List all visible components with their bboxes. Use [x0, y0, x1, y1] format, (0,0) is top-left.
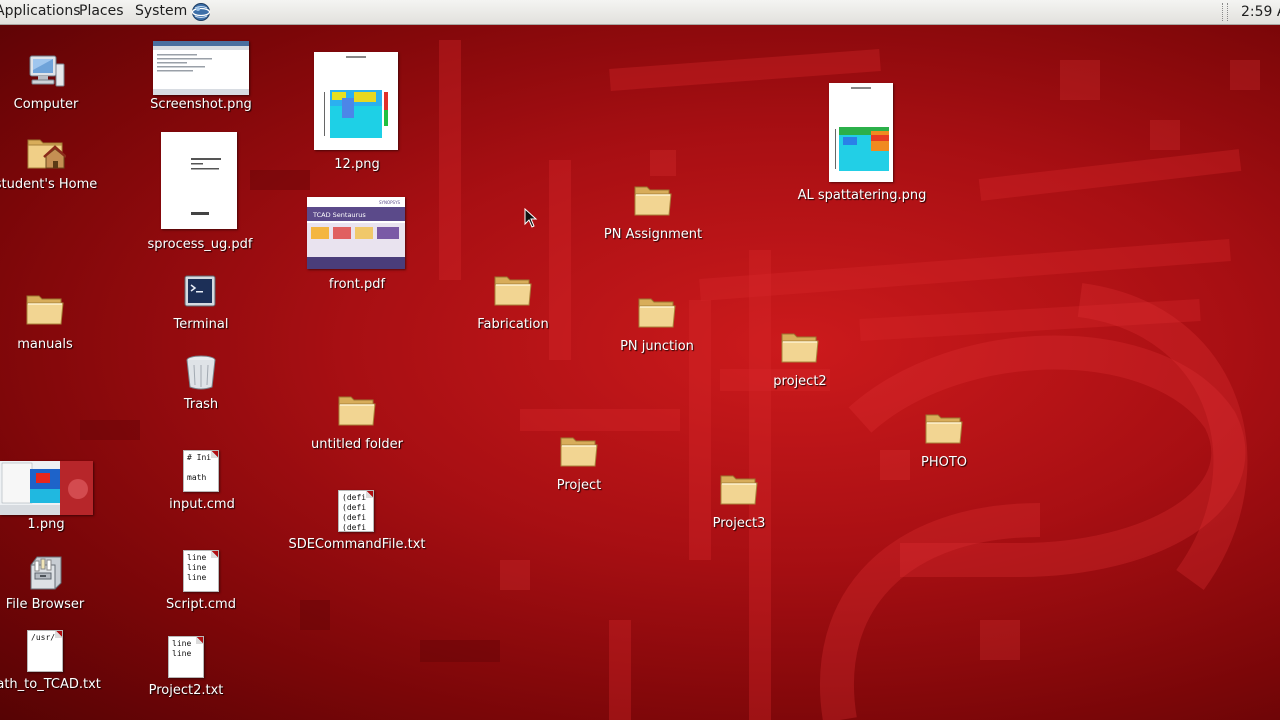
places-menu[interactable]: Places [79, 0, 124, 24]
folder-icon [638, 298, 676, 328]
project2-txt-label: Project2.txt [148, 683, 224, 698]
12-png-label: 12.png [334, 157, 380, 172]
fabrication-folder-desktop-icon[interactable] [493, 273, 533, 309]
manuals-label: manuals [17, 337, 73, 352]
screenshot-png-label: Screenshot.png [150, 97, 252, 112]
image-thumbnail [0, 461, 93, 515]
clock[interactable]: 2:59 A [1241, 0, 1280, 24]
screenshot-png-desktop-icon[interactable] [153, 41, 249, 95]
pdf-thumbnail: TCAD Sentaurus SYNOPSYS [307, 197, 405, 269]
pn-junction-label: PN junction [620, 339, 694, 354]
sprocess-ug-pdf-label: sprocess_ug.pdf [147, 237, 253, 252]
pn-assignment-folder-desktop-icon[interactable] [633, 183, 673, 219]
pn-assignment-label: PN Assignment [603, 227, 703, 242]
untitled-folder-label: untitled folder [310, 437, 404, 452]
input-cmd-desktop-icon[interactable]: # Ini math [183, 450, 219, 492]
manuals-folder-desktop-icon[interactable] [25, 292, 65, 328]
panel-drag-handle[interactable] [1222, 3, 1228, 21]
sde-command-file-desktop-icon[interactable]: (defi (defi (defi (defi [338, 490, 374, 532]
1-png-label: 1.png [27, 517, 65, 532]
web-browser-launcher-icon[interactable] [191, 2, 211, 22]
project-label: Project [556, 478, 602, 493]
computer-desktop-icon[interactable] [26, 52, 66, 92]
folder-icon [781, 333, 819, 363]
trash-desktop-icon[interactable] [184, 353, 218, 391]
project3-label: Project3 [712, 516, 766, 531]
file-browser-desktop-icon[interactable] [27, 553, 65, 591]
folder-icon [720, 475, 758, 505]
image-thumbnail [314, 52, 398, 150]
front-pdf-desktop-icon[interactable]: TCAD Sentaurus SYNOPSYS [307, 197, 405, 269]
1-png-desktop-icon[interactable] [0, 461, 93, 515]
project2-txt-desktop-icon[interactable]: line line [168, 636, 204, 678]
path-to-tcad-label: Path_to_TCAD.txt [0, 677, 101, 692]
folder-icon [560, 437, 598, 467]
image-thumbnail [829, 83, 893, 182]
photo-folder-desktop-icon[interactable] [924, 411, 964, 447]
computer-icon [29, 55, 65, 87]
script-cmd-label: Script.cmd [166, 597, 236, 612]
project-folder-desktop-icon[interactable] [559, 434, 599, 470]
home-folder-label: student's Home [0, 177, 98, 192]
filing-cabinet-icon [30, 556, 62, 590]
project2-label: project2 [773, 374, 827, 389]
terminal-icon [184, 275, 216, 307]
file-browser-label: File Browser [5, 597, 85, 612]
12-png-desktop-icon[interactable] [314, 52, 398, 150]
untitled-folder-desktop-icon[interactable] [337, 393, 377, 429]
pdf-thumbnail [161, 132, 237, 229]
folder-icon [925, 414, 963, 444]
home-folder-icon [27, 139, 66, 169]
terminal-label: Terminal [173, 317, 229, 332]
system-menu[interactable]: System [135, 0, 187, 24]
folder-icon [338, 396, 376, 426]
trash-icon [186, 355, 216, 390]
al-spattatering-label: AL spattatering.png [797, 188, 927, 203]
applications-menu[interactable]: Applications [0, 0, 81, 24]
sde-command-file-label: SDECommandFile.txt [288, 537, 426, 552]
al-spattatering-png-desktop-icon[interactable] [829, 83, 893, 182]
home-folder-desktop-icon[interactable] [26, 134, 66, 172]
computer-label: Computer [13, 97, 79, 112]
photo-label: PHOTO [920, 455, 968, 470]
pn-junction-folder-desktop-icon[interactable] [637, 295, 677, 331]
front-pdf-brand: SYNOPSYS [379, 200, 401, 205]
terminal-desktop-icon[interactable] [183, 274, 219, 310]
top-panel: Applications Places System 2:59 A [0, 0, 1280, 25]
project3-folder-desktop-icon[interactable] [719, 472, 759, 508]
path-to-tcad-txt-desktop-icon[interactable]: /usr/ [27, 630, 63, 672]
front-pdf-label: front.pdf [328, 277, 386, 292]
front-pdf-title: TCAD Sentaurus [312, 211, 366, 219]
folder-icon [634, 186, 672, 216]
project2-folder-desktop-icon[interactable] [780, 330, 820, 366]
sprocess-ug-pdf-desktop-icon[interactable] [161, 132, 237, 229]
input-cmd-label: input.cmd [169, 497, 235, 512]
folder-icon [494, 276, 532, 306]
script-cmd-desktop-icon[interactable]: line line line [183, 550, 219, 592]
image-thumbnail [153, 41, 249, 95]
folder-icon [26, 295, 64, 325]
mouse-pointer-icon [524, 208, 538, 228]
trash-label: Trash [183, 397, 219, 412]
fabrication-label: Fabrication [477, 317, 549, 332]
desktop[interactable]: Applications Places System 2:59 A Comput… [0, 0, 1280, 720]
